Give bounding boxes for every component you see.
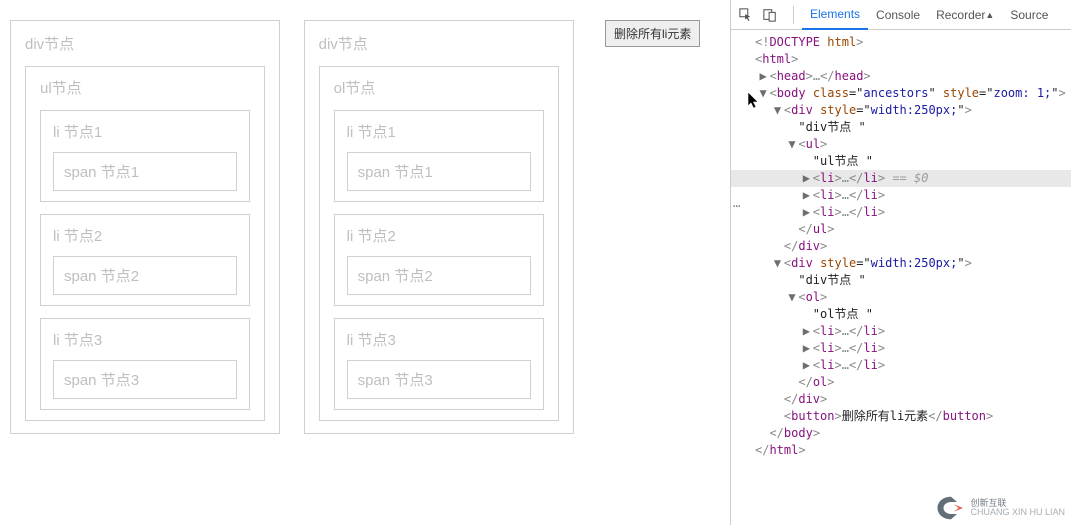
list-item: li 节点3 span 节点3 xyxy=(334,318,544,410)
dom-row[interactable]: ▼<ol> xyxy=(731,289,1071,306)
toolbar-divider xyxy=(793,6,794,24)
watermark-line2: CHUANG XIN HU LIAN xyxy=(970,507,1065,517)
tab-recorder[interactable]: Recorder ▲ xyxy=(928,0,1002,30)
dom-row[interactable]: </div> xyxy=(731,238,1071,255)
dom-row[interactable]: ▶<li>…</li> == $0 xyxy=(731,170,1071,187)
list-item: li 节点3 span 节点3 xyxy=(40,318,250,410)
dom-row[interactable]: ▶<li>…</li> xyxy=(731,323,1071,340)
span-label: span 节点3 xyxy=(53,360,237,399)
dom-row[interactable]: ▶<li>…</li> xyxy=(731,357,1071,374)
delete-all-li-button[interactable]: 删除所有li元素 xyxy=(605,20,700,47)
devtools-panel: Elements Console Recorder ▲ Source ⋯ <!D… xyxy=(730,0,1071,525)
div-label: div节点 xyxy=(25,33,265,54)
dom-row[interactable]: "ol节点 " xyxy=(731,306,1071,323)
list-item: li 节点2 span 节点2 xyxy=(334,214,544,306)
row-actions-icon[interactable]: ⋯ xyxy=(733,198,740,215)
dom-row[interactable]: "ul节点 " xyxy=(731,153,1071,170)
ul-box: ul节点 li 节点1 span 节点1 li 节点2 span 节点2 li … xyxy=(25,66,265,421)
list-label: ul节点 xyxy=(40,77,250,98)
li-label: li 节点3 xyxy=(53,329,237,350)
span-label: span 节点2 xyxy=(347,256,531,295)
dom-row[interactable]: </ol> xyxy=(731,374,1071,391)
tab-sources[interactable]: Source xyxy=(1002,0,1056,30)
li-label: li 节点1 xyxy=(53,121,237,142)
dom-tree[interactable]: ⋯ <!DOCTYPE html> <html> ▶<head>…</head>… xyxy=(731,30,1071,463)
dom-row[interactable]: ▼<div style="width:250px;"> xyxy=(731,102,1071,119)
span-label: span 节点2 xyxy=(53,256,237,295)
div-box-1: div节点 ul节点 li 节点1 span 节点1 li 节点2 span 节… xyxy=(10,20,280,434)
list-item: li 节点1 span 节点1 xyxy=(334,110,544,202)
list-item: li 节点2 span 节点2 xyxy=(40,214,250,306)
recorder-badge-icon: ▲ xyxy=(985,10,994,20)
list-item: li 节点1 span 节点1 xyxy=(40,110,250,202)
dom-row[interactable]: "div节点 " xyxy=(731,272,1071,289)
li-label: li 节点2 xyxy=(53,225,237,246)
tab-elements[interactable]: Elements xyxy=(802,0,868,30)
dom-row[interactable]: </html> xyxy=(731,442,1071,459)
ol-box: ol节点 li 节点1 span 节点1 li 节点2 span 节点2 li … xyxy=(319,66,559,421)
span-label: span 节点1 xyxy=(347,152,531,191)
dom-row[interactable]: ▶<head>…</head> xyxy=(731,68,1071,85)
dom-row[interactable]: ▼<div style="width:250px;"> xyxy=(731,255,1071,272)
div-box-2: div节点 ol节点 li 节点1 span 节点1 li 节点2 span 节… xyxy=(304,20,574,434)
span-label: span 节点1 xyxy=(53,152,237,191)
li-label: li 节点1 xyxy=(347,121,531,142)
dom-row[interactable]: </div> xyxy=(731,391,1071,408)
list-label: ol节点 xyxy=(334,77,544,98)
tab-console[interactable]: Console xyxy=(868,0,928,30)
device-toggle-icon[interactable] xyxy=(761,6,779,24)
div-label: div节点 xyxy=(319,33,559,54)
dom-row[interactable]: ▶<li>…</li> xyxy=(731,340,1071,357)
watermark-logo: 创新互联 CHUANG XIN HU LIAN xyxy=(936,495,1065,521)
dom-row[interactable]: </body> xyxy=(731,425,1071,442)
dom-row[interactable]: ▶<li>…</li> xyxy=(731,204,1071,221)
devtools-toolbar: Elements Console Recorder ▲ Source xyxy=(731,0,1071,30)
dom-row[interactable]: ▼<body class="ancestors" style="zoom: 1;… xyxy=(731,85,1071,102)
dom-row[interactable]: <button>删除所有li元素</button> xyxy=(731,408,1071,425)
li-label: li 节点2 xyxy=(347,225,531,246)
rendered-page: div节点 ul节点 li 节点1 span 节点1 li 节点2 span 节… xyxy=(0,0,730,525)
span-label: span 节点3 xyxy=(347,360,531,399)
dom-row[interactable]: "div节点 " xyxy=(731,119,1071,136)
logo-icon xyxy=(936,495,966,521)
dom-row[interactable]: </ul> xyxy=(731,221,1071,238)
li-label: li 节点3 xyxy=(347,329,531,350)
dom-row[interactable]: ▼<ul> xyxy=(731,136,1071,153)
inspect-icon[interactable] xyxy=(737,6,755,24)
dom-row[interactable]: ▶<li>…</li> xyxy=(731,187,1071,204)
dom-row[interactable]: <html> xyxy=(731,51,1071,68)
dom-row[interactable]: <!DOCTYPE html> xyxy=(731,34,1071,51)
